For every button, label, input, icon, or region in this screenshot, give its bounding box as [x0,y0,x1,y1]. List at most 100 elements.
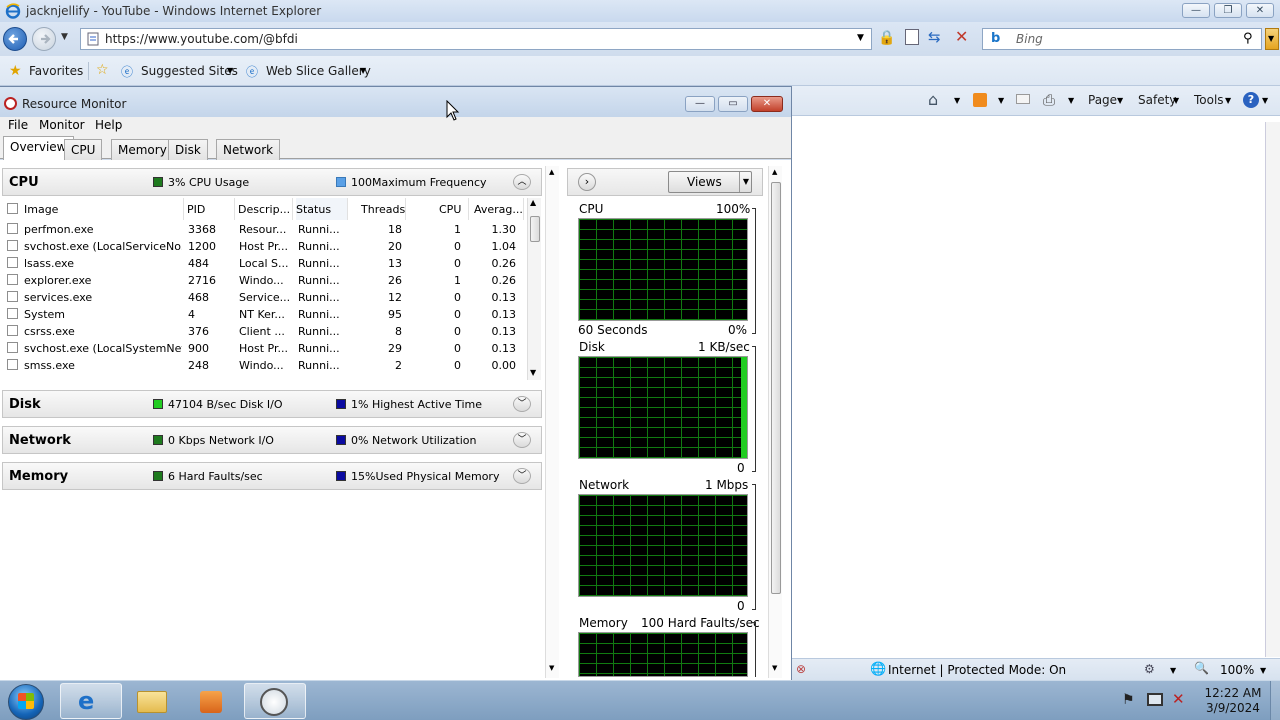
scroll-up-icon[interactable]: ▲ [549,168,554,176]
chevron-down-icon[interactable]: ▼ [227,66,233,75]
zoom-level[interactable]: 100% [1220,663,1254,677]
chevron-down-icon[interactable]: ▼ [1262,96,1268,105]
search-box[interactable]: b Bing ⚲ [982,28,1262,50]
chevron-down-icon[interactable]: ▼ [1225,96,1231,105]
row-checkbox[interactable] [7,240,18,251]
rm-close-button[interactable]: ✕ [751,96,783,112]
tools-menu[interactable]: Tools [1194,93,1224,107]
rm-minimize-button[interactable]: — [685,96,715,112]
column-threads[interactable]: Threads [361,198,406,220]
help-icon[interactable]: ? [1243,92,1259,108]
action-center-flag-icon[interactable]: ⚑ [1122,692,1135,708]
column-image[interactable]: Image [24,198,184,220]
table-row[interactable]: lsass.exe 484 Local S... Runni... 13 0 0.26 [2,255,528,272]
row-checkbox[interactable] [7,274,18,285]
back-button[interactable] [3,27,27,51]
address-dropdown[interactable]: ▼ [857,33,864,43]
table-row[interactable]: System 4 NT Ker... Runni... 95 0 0.13 [2,306,528,323]
row-checkbox[interactable] [7,342,18,353]
cpu-table-scrollbar[interactable]: ▲ ▼ [527,198,541,380]
lock-icon[interactable]: 🔒 [878,30,895,46]
tab-memory[interactable]: Memory [111,139,174,160]
column-average-cpu[interactable]: Averag... [474,198,524,220]
chevron-down-icon[interactable]: ▼ [1170,666,1176,675]
favorites-button[interactable]: Favorites [29,64,83,78]
menu-file[interactable]: File [8,118,28,132]
search-input[interactable]: Bing [1016,32,1043,46]
column-cpu[interactable]: CPU [439,198,469,220]
expand-network-button[interactable]: ﹀ [513,432,531,448]
memory-section-header[interactable]: Memory 6 Hard Faults/sec 15%Used Physica… [2,462,542,490]
chevron-down-icon[interactable]: ▼ [360,66,366,75]
add-favorites-icon[interactable]: ☆ [96,62,109,78]
tab-cpu[interactable]: CPU [64,139,103,160]
tab-network[interactable]: Network [216,139,281,160]
refresh-icon[interactable]: ⇆ [928,28,941,46]
scroll-thumb[interactable] [530,216,540,242]
graph-pane-scrollbar[interactable]: ▲ ▼ [768,166,782,678]
system-clock[interactable]: 12:22 AM 3/9/2024 [1198,686,1268,716]
chevron-down-icon[interactable]: ▼ [1173,96,1179,105]
column-description[interactable]: Descrip... [238,198,293,220]
row-checkbox[interactable] [7,308,18,319]
taskbar-resource-monitor[interactable] [244,683,306,719]
scroll-up-icon[interactable]: ▲ [772,168,777,176]
safety-menu[interactable]: Safety [1138,93,1176,107]
scroll-thumb[interactable] [771,182,781,594]
stop-icon[interactable]: ✕ [955,27,968,46]
restore-button[interactable]: ❐ [1214,3,1242,18]
ie-vertical-scrollbar[interactable] [1265,122,1280,657]
url-text[interactable]: https://www.youtube.com/@bfdi [105,32,298,46]
minimize-button[interactable]: — [1182,3,1210,18]
close-button[interactable]: ✕ [1246,3,1274,18]
chevron-down-icon[interactable]: ▼ [1117,96,1123,105]
taskbar-media-player[interactable] [180,683,242,719]
volume-muted-icon[interactable]: ✕ [1172,690,1185,708]
search-options-button[interactable]: ▼ [1265,28,1279,50]
taskbar-explorer[interactable] [122,683,184,719]
mail-icon[interactable] [1016,94,1030,104]
column-status[interactable]: Status [296,198,348,220]
table-row[interactable]: services.exe 468 Service... Runni... 12 0 0.13 [2,289,528,306]
scroll-down-icon[interactable]: ▼ [549,664,554,672]
recent-pages-dropdown[interactable]: ▼ [61,32,68,42]
menu-monitor[interactable]: Monitor [39,118,85,132]
column-pid[interactable]: PID [187,198,235,220]
row-checkbox[interactable] [7,359,18,370]
expand-disk-button[interactable]: ﹀ [513,396,531,412]
protected-mode-icon[interactable]: ⚙ [1144,662,1155,676]
collapse-cpu-button[interactable]: ︿ [513,174,531,190]
address-bar[interactable]: https://www.youtube.com/@bfdi ▼ [80,28,872,50]
table-row[interactable]: svchost.exe (LocalServiceNo... 1200 Host P… [2,238,528,255]
scroll-down-icon[interactable]: ▼ [772,664,777,672]
row-checkbox[interactable] [7,223,18,234]
row-checkbox[interactable] [7,291,18,302]
scroll-down-icon[interactable]: ▼ [530,368,536,377]
expand-pane-icon[interactable]: › [578,173,596,191]
chevron-down-icon[interactable]: ▼ [954,96,960,105]
show-desktop-button[interactable] [1270,681,1280,720]
tab-overview[interactable]: Overview [3,136,74,160]
feeds-icon[interactable] [973,93,987,107]
disk-section-header[interactable]: Disk 47104 B/sec Disk I/O 1% Highest Act… [2,390,542,418]
chevron-down-icon[interactable]: ▼ [1068,96,1074,105]
table-row[interactable]: perfmon.exe 3368 Resour... Runni... 18 1 1.30 [2,221,528,238]
table-row[interactable]: explorer.exe 2716 Windo... Runni... 26 1 0.26 [2,272,528,289]
tab-disk[interactable]: Disk [168,139,208,160]
table-row[interactable]: smss.exe 248 Windo... Runni... 2 0 0.00 [2,357,528,374]
table-row[interactable]: csrss.exe 376 Client ... Runni... 8 0 0.13 [2,323,528,340]
rm-maximize-button[interactable]: ▭ [718,96,748,112]
security-zone-text[interactable]: Internet | Protected Mode: On [888,663,1066,677]
left-pane-scrollbar[interactable]: ▲ ▼ [545,166,559,678]
cpu-section-header[interactable]: CPU 3% CPU Usage 100Maximum Frequency ︿ [2,168,542,196]
start-button[interactable] [8,684,44,720]
table-row[interactable]: svchost.exe (LocalSystemNet... 900 Host Pr… [2,340,528,357]
search-icon[interactable]: ⚲ [1243,31,1253,46]
home-icon[interactable]: ⌂ [928,90,938,109]
network-tray-icon[interactable] [1147,693,1163,706]
forward-button[interactable] [32,27,56,51]
expand-memory-button[interactable]: ﹀ [513,468,531,484]
page-menu[interactable]: Page [1088,93,1117,107]
menu-help[interactable]: Help [95,118,122,132]
scroll-up-icon[interactable]: ▲ [530,198,536,207]
